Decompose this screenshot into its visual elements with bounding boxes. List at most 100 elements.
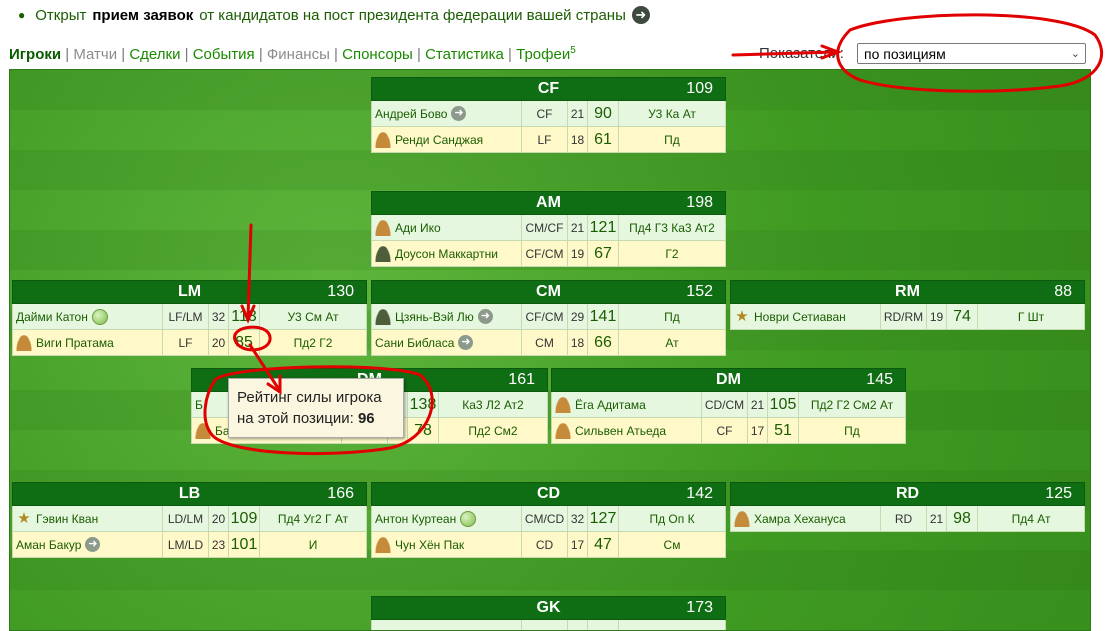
player-name[interactable]: Аман Бакур (16, 538, 81, 552)
team-nav: Игроки | Матчи | Сделки | События | Фина… (9, 45, 576, 63)
player-name[interactable]: Антон Куртеан (375, 512, 456, 526)
player-age: 19 (568, 241, 588, 266)
position-total: 166 (327, 485, 354, 502)
player-position: LD/LM (163, 506, 209, 531)
position-total: 161 (508, 371, 535, 388)
player-skills: Пд4 Г3 Ка3 Ат2 (629, 220, 715, 235)
player-position: RD/RM (881, 304, 927, 329)
position-code: GK (536, 599, 561, 616)
star-icon: ★ (17, 509, 31, 527)
player-name[interactable]: Хамра Хехануса (754, 512, 846, 526)
player-name[interactable]: Сани Библаса (375, 336, 454, 350)
player-row[interactable]: ★ Новри Сетиаван RD/RM 19 74 Г Шт (730, 304, 1085, 330)
transfer-icon: ➜ (458, 335, 474, 350)
player-name[interactable]: Андрей Бово (375, 107, 447, 121)
position-header: LB 166 (12, 482, 367, 506)
player-position: CF (522, 101, 568, 126)
player-skills: У3 Ка Ат (648, 106, 696, 121)
player-row[interactable]: Чун Хён Пак CD 17 47 См (371, 532, 726, 558)
view-mode-select[interactable]: по позициям ⌄ (857, 43, 1086, 64)
player-position: LF (163, 330, 209, 355)
player-name[interactable]: Сильвен Атьеда (575, 424, 666, 438)
player-rating: 105 (768, 392, 799, 417)
player-skills: Ат (665, 335, 679, 350)
position-rd: RD 125 Хамра Хехануса RD 21 98 Пд4 Ат (730, 482, 1085, 532)
player-name[interactable]: Б (195, 398, 203, 412)
player-position: LF (522, 127, 568, 152)
position-dm: DM 145 Ёга Адитама CD/CM 21 105 Пд2 Г2 С… (551, 368, 906, 444)
player-row[interactable]: Ёга Адитама CD/CM 21 105 Пд2 Г2 См2 Ат (551, 392, 906, 418)
position-rm: RM 88 ★ Новри Сетиаван RD/RM 19 74 Г Шт (730, 280, 1085, 330)
view-mode-value: по позициям (864, 46, 946, 62)
player-name[interactable]: Ади Ико (395, 221, 441, 235)
player-skills: Пд Оп К (649, 511, 695, 526)
youth-player-icon (734, 510, 750, 527)
tab-deals[interactable]: Сделки (129, 46, 180, 63)
player-row[interactable]: Хамра Хехануса RD 21 98 Пд4 Ат (730, 506, 1085, 532)
player-age: 18 (568, 127, 588, 152)
youth-player-icon (555, 396, 571, 413)
tab-finances[interactable]: Финансы (267, 46, 330, 63)
player-name[interactable]: Доусон Маккартни (395, 247, 498, 261)
player-rating: 101 (229, 532, 260, 557)
tab-trophies[interactable]: Трофеи5 (516, 45, 576, 63)
player-row[interactable]: Виги Пратама LF 20 85 Пд2 Г2 (12, 330, 367, 356)
player-row[interactable]: Сани Библаса ➜ CM 18 66 Ат (371, 330, 726, 356)
announcement-link[interactable]: прием заявок (92, 7, 193, 24)
position-code: CF (537, 80, 560, 97)
player-name[interactable]: Ёга Адитама (575, 398, 646, 412)
player-age: 17 (568, 532, 588, 557)
player-name[interactable]: Дайми Катон (16, 310, 88, 324)
player-row[interactable]: Цзянь-Вэй Лю ➜ CF/CM 29 141 Пд (371, 304, 726, 330)
player-row[interactable]: Ади Ико CM/CF 21 121 Пд4 Г3 Ка3 Ат2 (371, 215, 726, 241)
player-row[interactable]: ★ Гэвин Кван LD/LM 20 109 Пд4 Уг2 Г Ат (12, 506, 367, 532)
player-rating: 74 (947, 304, 978, 329)
player-name[interactable]: Цзянь-Вэй Лю (395, 310, 474, 324)
player-name[interactable]: Чун Хён Пак (395, 538, 464, 552)
tooltip-line-1: Рейтинг силы игрока (237, 389, 382, 406)
player-row[interactable]: Андрей Бово ➜ CF 21 90 У3 Ка Ат (371, 101, 726, 127)
position-lm: LM 130 Дайми Катон LF/LM 32 113 У3 См Ат… (12, 280, 367, 356)
transfer-icon: ➜ (85, 537, 101, 552)
player-name[interactable]: Ренди Санджая (395, 133, 483, 147)
player-row[interactable]: Дайми Катон LF/LM 32 113 У3 См Ат (12, 304, 367, 330)
player-row[interactable]: Антон Куртеан CM/CD 32 127 Пд Оп К (371, 506, 726, 532)
tab-statistics[interactable]: Статистика (425, 46, 504, 63)
player-age: 21 (568, 215, 588, 240)
position-code: LM (177, 283, 202, 300)
player-rating: 61 (588, 127, 619, 152)
player-rating: 47 (588, 532, 619, 557)
player-skills: Ка3 Л2 Ат2 (462, 397, 524, 412)
player-name[interactable]: Новри Сетиаван (754, 310, 846, 324)
tooltip-line-2: на этой позиции: (237, 410, 354, 427)
arrow-right-icon[interactable]: ➜ (631, 6, 650, 24)
ball-icon (91, 308, 108, 325)
player-name[interactable]: Виги Пратама (36, 336, 114, 350)
player-skills: См (663, 537, 681, 552)
player-name[interactable]: Гэвин Кван (36, 512, 98, 526)
tab-events[interactable]: События (193, 46, 255, 63)
player-rating: 90 (588, 101, 619, 126)
player-age: 23 (209, 532, 229, 557)
position-total: 125 (1045, 485, 1072, 502)
player-position: CF (702, 418, 748, 443)
player-row[interactable]: Доусон Маккартни CF/CM 19 67 Г2 (371, 241, 726, 267)
player-rating: 121 (588, 215, 619, 240)
player-row[interactable]: Сильвен Атьеда CF 17 51 Пд (551, 418, 906, 444)
player-rating[interactable]: 85 (229, 330, 260, 355)
player-row[interactable]: Аман Бакур ➜ LM/LD 23 101 И (12, 532, 367, 558)
player-age: 18 (568, 330, 588, 355)
transfer-icon: ➜ (451, 106, 467, 121)
position-code: RD (895, 485, 920, 502)
tab-matches[interactable]: Матчи (73, 46, 117, 63)
player-row[interactable]: Ренди Санджая LF 18 61 Пд (371, 127, 726, 153)
player-row[interactable] (371, 620, 726, 630)
youth-player-icon (555, 422, 571, 439)
player-icon (375, 308, 391, 325)
formation-pitch: CF 109 Андрей Бово ➜ CF 21 90 У3 Ка Ат Ре… (9, 69, 1091, 631)
player-skills: Г Шт (1017, 309, 1045, 324)
player-age: 19 (927, 304, 947, 329)
youth-player-icon (375, 131, 391, 148)
tab-sponsors[interactable]: Спонсоры (342, 46, 413, 63)
tab-players[interactable]: Игроки (9, 46, 61, 63)
